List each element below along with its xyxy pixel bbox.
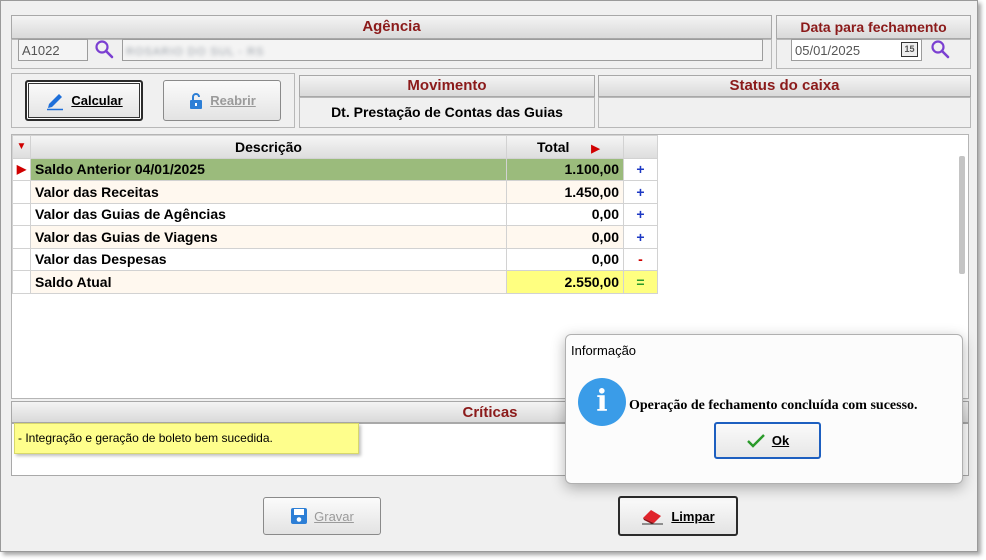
status-caixa-panel	[598, 97, 971, 128]
limpar-button[interactable]: Limpar	[618, 496, 738, 536]
reabrir-button[interactable]: Reabrir	[163, 80, 281, 121]
row-indicator	[12, 247, 31, 271]
criticas-message: - Integração e geração de boleto bem suc…	[14, 423, 359, 454]
calcular-label: Calcular	[71, 93, 123, 108]
agencia-name-field[interactable]: ROSARIO DO SUL - RS	[122, 39, 763, 61]
grid-scrollbar[interactable]	[959, 156, 965, 274]
row-indicator	[12, 202, 31, 226]
eraser-icon	[642, 510, 664, 525]
movimento-header: Movimento	[299, 75, 595, 97]
table-row[interactable]: Saldo Atual 2.550,00 =	[12, 270, 658, 294]
reabrir-label: Reabrir	[210, 93, 256, 108]
col-descricao: Descrição	[30, 135, 507, 159]
status-caixa-header: Status do caixa	[598, 75, 971, 97]
col-total: Total ▶	[506, 135, 624, 159]
sort-arrow-icon[interactable]: ▶	[591, 143, 599, 155]
calendar-icon[interactable]: 15	[901, 42, 918, 57]
grid-header-row: ▼ Descrição Total ▶	[12, 135, 658, 159]
row-descricao: Saldo Anterior 04/01/2025	[30, 157, 507, 181]
col-total-label: Total	[537, 138, 570, 155]
row-total: 0,00	[506, 225, 624, 249]
movimento-value: Dt. Prestação de Contas das Guias	[331, 104, 563, 120]
info-dialog: Informação i Operação de fechamento conc…	[565, 334, 963, 484]
data-fechamento-value: 05/01/2025	[795, 43, 861, 58]
row-indicator: ▶	[12, 157, 31, 181]
table-row[interactable]: Valor das Guias de Viagens 0,00 +	[12, 225, 658, 249]
agencia-name-text: ROSARIO DO SUL - RS	[126, 46, 265, 58]
table-row[interactable]: ▶ Saldo Anterior 04/01/2025 1.100,00 +	[12, 157, 658, 181]
row-descricao: Valor das Guias de Agências	[30, 202, 507, 226]
info-icon: i	[578, 378, 626, 426]
agencia-code-field[interactable]: A1022	[18, 39, 88, 61]
agencia-header: Agência	[11, 15, 772, 39]
row-sign: +	[623, 225, 658, 249]
grid-corner: ▼	[12, 135, 31, 159]
data-fechamento-header: Data para fechamento	[776, 15, 971, 39]
row-sign: +	[623, 202, 658, 226]
table-row[interactable]: Valor das Guias de Agências 0,00 +	[12, 202, 658, 226]
movimento-panel: Dt. Prestação de Contas das Guias	[299, 97, 595, 128]
limpar-label: Limpar	[671, 508, 715, 524]
calcular-button[interactable]: Calcular	[25, 80, 143, 121]
gravar-button[interactable]: Gravar	[263, 497, 381, 535]
row-total: 1.100,00	[506, 157, 624, 181]
save-icon	[291, 508, 308, 524]
row-sign: +	[623, 180, 658, 204]
ok-label: Ok	[771, 433, 790, 448]
row-sign: +	[623, 157, 658, 181]
row-indicator	[12, 180, 31, 204]
row-indicator	[12, 270, 31, 294]
date-search-icon[interactable]	[930, 39, 950, 59]
check-icon	[746, 433, 765, 448]
pencil-icon	[47, 93, 64, 110]
dialog-message: Operação de fechamento concluída com suc…	[629, 398, 918, 413]
table-row[interactable]: Valor das Despesas 0,00 -	[12, 247, 658, 271]
search-icon[interactable]	[94, 39, 114, 59]
unlock-icon	[190, 92, 203, 109]
dialog-title: Informação	[571, 343, 637, 358]
row-sign: -	[623, 247, 658, 271]
table-row[interactable]: Valor das Receitas 1.450,00 +	[12, 180, 658, 204]
col-sign	[623, 135, 658, 159]
data-fechamento-field[interactable]: 05/01/2025 15	[791, 39, 922, 61]
gravar-label: Gravar	[314, 508, 354, 524]
row-total: 0,00	[506, 202, 624, 226]
row-total: 0,00	[506, 247, 624, 271]
saldo-grid: ▼ Descrição Total ▶ ▶ Saldo Anterior 04/…	[12, 135, 658, 294]
row-descricao: Valor das Receitas	[30, 180, 507, 204]
row-descricao: Valor das Guias de Viagens	[30, 225, 507, 249]
row-indicator	[12, 225, 31, 249]
row-total: 1.450,00	[506, 180, 624, 204]
ok-button[interactable]: Ok	[714, 422, 821, 459]
row-total: 2.550,00	[506, 270, 624, 294]
row-descricao: Saldo Atual	[30, 270, 507, 294]
row-descricao: Valor das Despesas	[30, 247, 507, 271]
row-sign: =	[623, 270, 658, 294]
